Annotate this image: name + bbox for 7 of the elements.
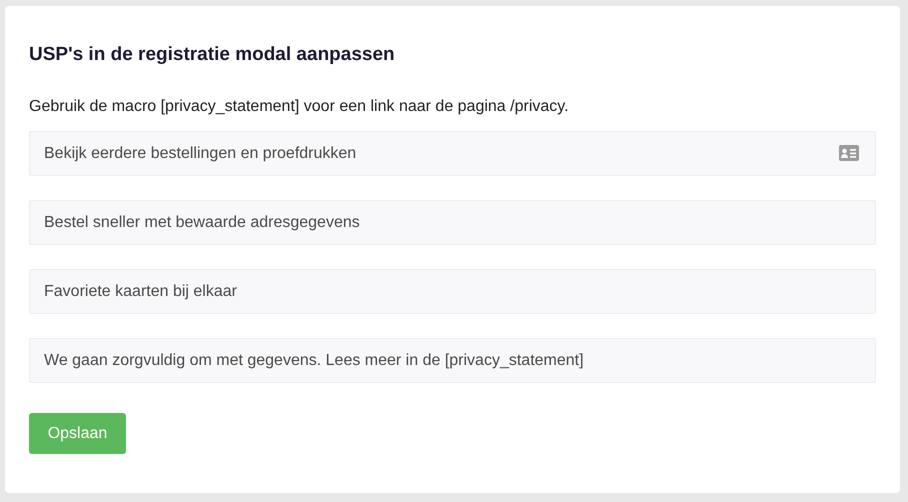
input-field[interactable]: Bestel sneller met bewaarde adresgegevens [29,200,876,245]
input-field[interactable]: We gaan zorgvuldig om met gegevens. Lees meer in de [privacy_statement] [29,338,876,383]
input-field[interactable]: Bekijk eerdere bestellingen en proefdrukken [29,131,876,176]
input-field[interactable]: Favoriete kaarten bij elkaar [29,269,876,314]
page-title: USP's in de registratie modal aanpassen [29,43,396,67]
instruction-text: Gebruik de macro [privacy_statement] voor een link naar de pagina /privacy. [29,97,570,117]
contact-card-icon[interactable] [839,145,859,161]
